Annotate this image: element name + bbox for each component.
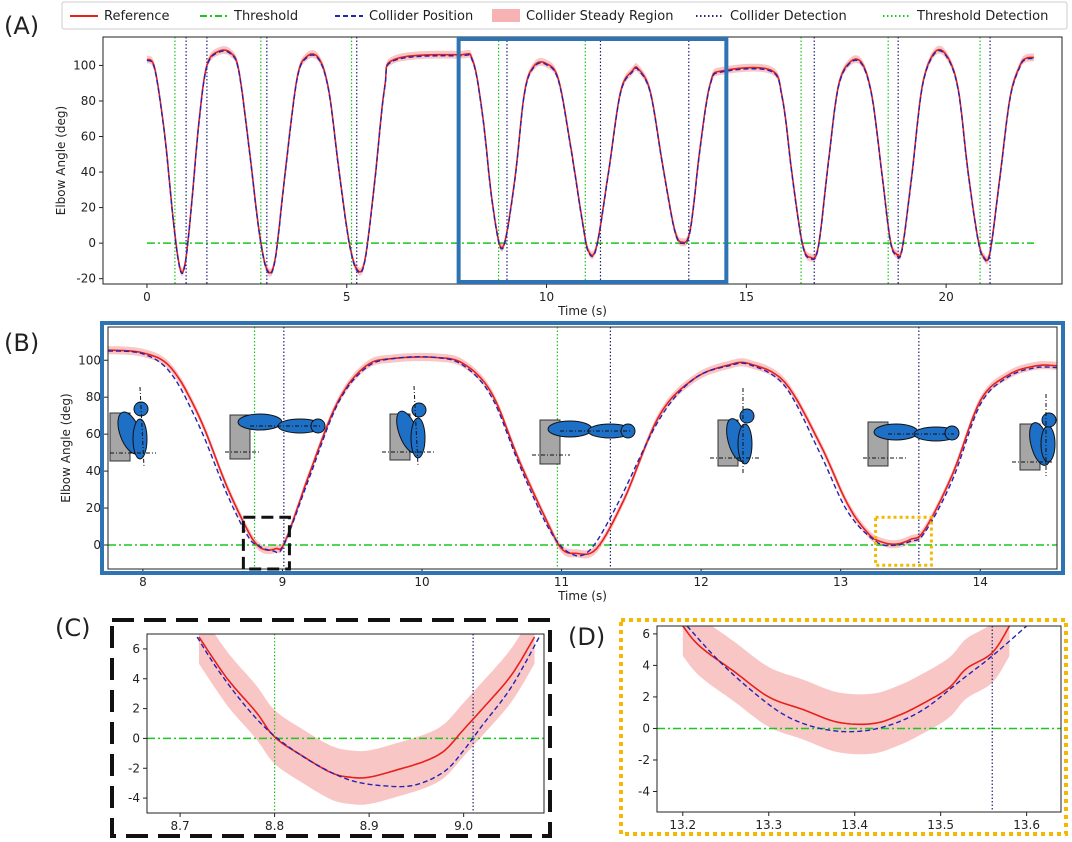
y-axis-title: Elbow Angle (deg) (54, 106, 68, 215)
legend-label-threshold: Threshold (233, 9, 298, 24)
x-tick-label: 8.9 (360, 819, 379, 833)
y-tick-label: 6 (132, 642, 140, 656)
plot-background (103, 37, 1062, 284)
x-tick-label: 8 (139, 575, 147, 589)
y-tick-label: 2 (132, 702, 140, 716)
y-tick-label: 100 (73, 58, 96, 72)
y-tick-label: 60 (86, 427, 101, 441)
y-tick-label: -4 (638, 785, 650, 799)
x-tick-label: 11 (554, 575, 569, 589)
y-tick-label: 0 (132, 731, 140, 745)
y-tick-label: 4 (132, 672, 140, 686)
x-tick-label: 15 (739, 290, 754, 304)
x-tick-label: 5 (343, 290, 351, 304)
y-tick-label: 60 (81, 130, 96, 144)
chart-panel-d: 13.2 13.3 13.4 13.5 13.6 -4 -2 0 2 4 6 (638, 625, 1062, 832)
legend-label-steady-region: Collider Steady Region (526, 9, 674, 24)
y-tick-label: 0 (642, 721, 650, 735)
x-tick-label: 13.3 (755, 818, 782, 832)
legend-label-collider-detection: Collider Detection (730, 9, 847, 24)
y-tick-label: 40 (86, 464, 101, 478)
y-tick-label: 2 (642, 690, 650, 704)
x-tick-label: 14 (973, 575, 988, 589)
x-axis-title: Time (s) (557, 589, 607, 603)
chart-panel-c: 8.7 8.8 8.9 9.0 -4 -2 0 2 4 6 (128, 633, 545, 833)
y-tick-label: 6 (642, 627, 650, 641)
y-tick-label: 80 (81, 94, 96, 108)
chart-panel-b: 8 9 10 11 12 13 14 0 20 40 60 80 100 Time (s) Elbow An… (59, 326, 1058, 603)
y-axis-title: Elbow Angle (deg) (59, 393, 73, 502)
legend-entry-steady-region: Collider Steady Region (492, 9, 674, 24)
legend-label-threshold-detection: Threshold Detection (916, 9, 1048, 24)
x-tick-label: 13.4 (841, 818, 868, 832)
y-tick-label: 20 (86, 501, 101, 515)
legend-label-reference: Reference (104, 9, 169, 24)
x-tick-label: 9.0 (454, 819, 473, 833)
x-tick-label: 13 (833, 575, 848, 589)
legend: Reference Threshold Collider Position Co… (61, 1, 1068, 30)
y-tick-label: 40 (81, 165, 96, 179)
panel-label-a: (A) (4, 12, 39, 40)
y-tick-label: 80 (86, 390, 101, 404)
x-tick-label: 0 (143, 290, 151, 304)
x-tick-label: 20 (938, 290, 953, 304)
chart-panel-a: 0 5 10 15 20 -20 0 20 40 60 80 100 Time (s) Elbow Ang… (54, 36, 1063, 318)
x-tick-label: 8.7 (171, 819, 190, 833)
legend-label-collider-position: Collider Position (369, 9, 473, 24)
panel-label-b: (B) (4, 329, 39, 357)
x-tick-label: 12 (693, 575, 708, 589)
y-tick-label: -2 (638, 753, 650, 767)
x-tick-label: 13.5 (927, 818, 954, 832)
y-tick-label: -4 (128, 791, 140, 805)
figure-canvas: Reference Threshold Collider Position Co… (4, 1, 1068, 838)
x-tick-label: 13.6 (1013, 818, 1040, 832)
x-tick-label: 8.8 (265, 819, 284, 833)
x-tick-label: 9 (279, 575, 287, 589)
panel-label-d: (D) (568, 623, 605, 651)
y-tick-label: -20 (76, 272, 96, 286)
legend-swatch-steady-region (492, 9, 520, 22)
y-tick-label: 20 (81, 201, 96, 215)
y-tick-label: 4 (642, 658, 650, 672)
x-tick-label: 10 (414, 575, 429, 589)
x-tick-label: 10 (539, 290, 554, 304)
x-tick-label: 13.2 (669, 818, 696, 832)
y-tick-label: 0 (88, 236, 96, 250)
x-axis-title: Time (s) (557, 304, 607, 318)
y-tick-label: -2 (128, 761, 140, 775)
y-tick-label: 100 (78, 353, 101, 367)
panel-label-c: (C) (55, 614, 90, 642)
y-tick-label: 0 (93, 538, 101, 552)
